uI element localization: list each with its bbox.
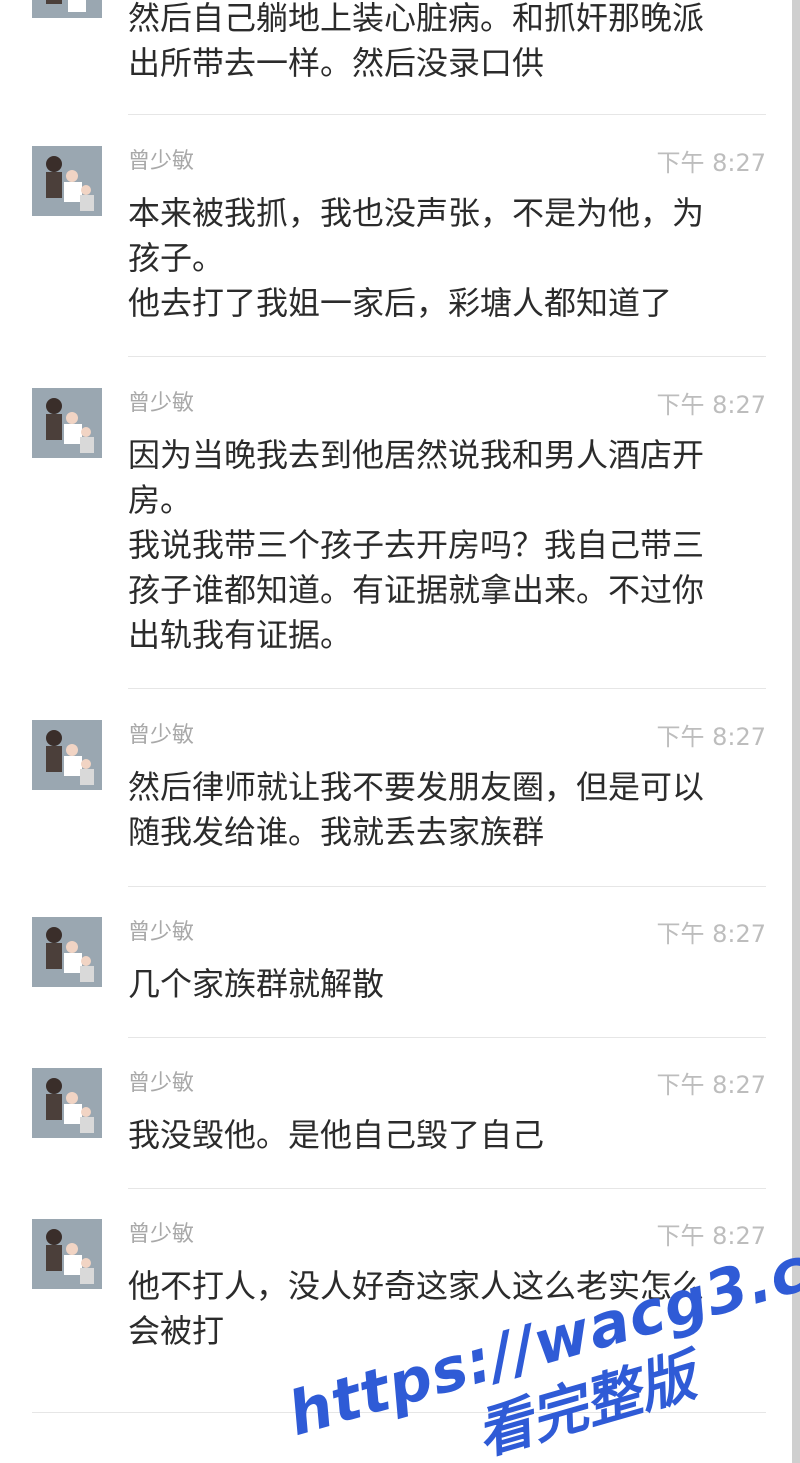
- chat-history-page: 然后自己躺地上装心脏病。和抓奸那晚派 出所带去一样。然后没录口供 曾少敏 下午 …: [0, 0, 800, 1463]
- message-line: 几个家族群就解散: [128, 965, 385, 1003]
- family-photo-icon: [32, 720, 102, 790]
- message-time: 下午 8:27: [656, 1222, 766, 1250]
- message-line: 随我发给谁。我就丢去家族群: [128, 813, 545, 851]
- message-line: 然后律师就让我不要发朋友圈，但是可以: [128, 768, 705, 806]
- message-item: 曾少敏 下午 8:27 因为当晚我去到他居然说我和男人酒店开 房。 我说我带三个…: [0, 388, 800, 689]
- message-text: 然后律师就让我不要发朋友圈，但是可以 随我发给谁。我就丢去家族群: [128, 765, 758, 855]
- message-line: 出轨我有证据。: [128, 616, 353, 654]
- message-line: 孩子。: [128, 239, 225, 277]
- message-line: 他去打了我姐一家后，彩塘人都知道了: [128, 284, 673, 322]
- message-line: 因为当晚我去到他居然说我和男人酒店开: [128, 436, 705, 474]
- message-item: 曾少敏 下午 8:27 我没毁他。是他自己毁了自己: [0, 1068, 800, 1189]
- message-line: 房。: [128, 481, 193, 519]
- sender-name: 曾少敏: [128, 1222, 195, 1247]
- message-divider: [128, 688, 766, 689]
- message-time: 下午 8:27: [656, 920, 766, 948]
- message-divider: [128, 1037, 766, 1038]
- avatar[interactable]: [32, 1068, 102, 1138]
- message-divider: [128, 356, 766, 357]
- message-line: 我说我带三个孩子去开房吗？我自己带三: [128, 526, 705, 564]
- message-text: 因为当晚我去到他居然说我和男人酒店开 房。 我说我带三个孩子去开房吗？我自己带三…: [128, 433, 758, 658]
- family-photo-icon: [32, 146, 102, 216]
- message-line: 孩子谁都知道。有证据就拿出来。不过你: [128, 571, 705, 609]
- avatar[interactable]: [32, 720, 102, 790]
- message-item: 曾少敏 下午 8:27 然后律师就让我不要发朋友圈，但是可以 随我发给谁。我就丢…: [0, 720, 800, 887]
- message-line: 然后自己躺地上装心脏病。和抓奸那晚派: [128, 0, 705, 37]
- message-line: 出所带去一样。然后没录口供: [128, 44, 545, 82]
- message-item: 曾少敏 下午 8:27 本来被我抓，我也没声张，不是为他，为 孩子。 他去打了我…: [0, 146, 800, 357]
- message-text: 本来被我抓，我也没声张，不是为他，为 孩子。 他去打了我姐一家后，彩塘人都知道了: [128, 191, 758, 326]
- avatar[interactable]: [32, 388, 102, 458]
- sender-name: 曾少敏: [128, 149, 195, 174]
- sender-name: 曾少敏: [128, 723, 195, 748]
- avatar[interactable]: [32, 1219, 102, 1289]
- sender-name: 曾少敏: [128, 1071, 195, 1096]
- family-photo-icon: [32, 917, 102, 987]
- avatar[interactable]: [32, 0, 102, 18]
- message-time: 下午 8:27: [656, 723, 766, 751]
- family-photo-icon: [32, 1068, 102, 1138]
- message-text: 我没毁他。是他自己毁了自己: [128, 1113, 758, 1158]
- family-photo-icon: [32, 0, 102, 18]
- message-line: 本来被我抓，我也没声张，不是为他，为: [128, 194, 705, 232]
- message-item: 然后自己躺地上装心脏病。和抓奸那晚派 出所带去一样。然后没录口供: [0, 0, 800, 115]
- message-text: 然后自己躺地上装心脏病。和抓奸那晚派 出所带去一样。然后没录口供: [128, 0, 758, 86]
- sender-name: 曾少敏: [128, 391, 195, 416]
- message-item: 曾少敏 下午 8:27 几个家族群就解散: [0, 917, 800, 1038]
- message-divider: [128, 886, 766, 887]
- message-time: 下午 8:27: [656, 1071, 766, 1099]
- message-line: 我没毁他。是他自己毁了自己: [128, 1116, 545, 1154]
- avatar[interactable]: [32, 917, 102, 987]
- message-time: 下午 8:27: [656, 391, 766, 419]
- message-time: 下午 8:27: [656, 149, 766, 177]
- family-photo-icon: [32, 388, 102, 458]
- message-divider: [128, 1188, 766, 1189]
- message-divider: [128, 114, 766, 115]
- message-text: 几个家族群就解散: [128, 962, 758, 1007]
- family-photo-icon: [32, 1219, 102, 1289]
- sender-name: 曾少敏: [128, 920, 195, 945]
- avatar[interactable]: [32, 146, 102, 216]
